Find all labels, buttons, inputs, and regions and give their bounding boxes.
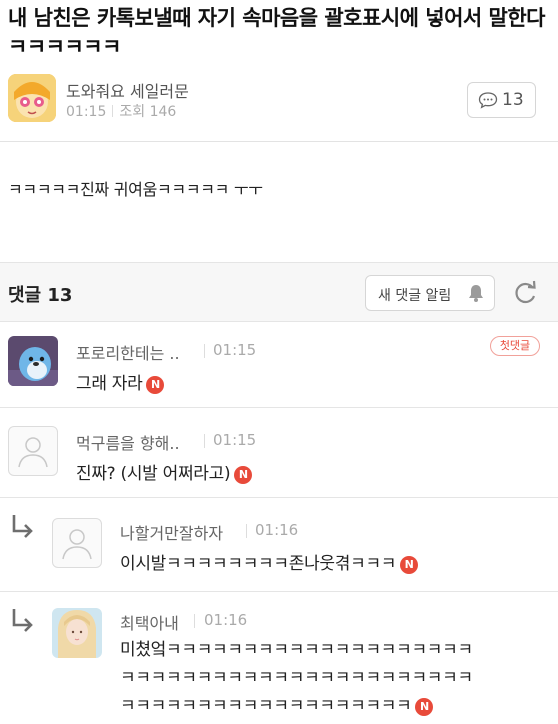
new-badge: N [415,698,434,716]
comment-item: 포로리한테는 .. 01:15 첫댓글 그래 자라 N [0,322,558,408]
bell-icon [469,285,483,302]
post-title: 내 남친은 카톡보낼때 자기 속마음을 괄호표시에 넣어서 말한다 ㅋㅋㅋㅋㅋㅋ [8,6,546,59]
comment-time: 01:16 [204,611,248,629]
comment-text-line: ㅋㅋㅋㅋㅋㅋㅋㅋㅋㅋㅋㅋㅋㅋㅋㅋㅋㅋㅋㅋㅋㅋㅋ [120,668,473,688]
comment-time: 01:15 [213,341,257,359]
comments-header: 댓글 13 새 댓글 알림 [0,262,558,322]
comment-text: 그래 자라 N [76,370,165,398]
comment-time: 01:15 [213,431,257,449]
comment-count: 13 [502,90,524,110]
comment-text: 진짜? (시발 어쩌라고) N [76,460,253,488]
comment-text-content: ㅋㅋㅋㅋㅋㅋㅋㅋㅋㅋㅋㅋㅋㅋㅋㅋㅋㅋㅋ [120,696,412,716]
new-badge: N [234,466,253,484]
first-comment-badge: 첫댓글 [490,336,540,356]
commenter-avatar[interactable] [8,426,58,476]
comment-text-line: 미쳤엌ㅋㅋㅋㅋㅋㅋㅋㅋㅋㅋㅋㅋㅋㅋㅋㅋㅋㅋㅋㅋ [120,640,473,660]
post-author-row: 도와줘요 세일러문 01:15 조회 146 13 [0,68,558,130]
reply-arrow-icon [12,609,33,632]
commenter-nickname[interactable]: 포로리한테는 .. [76,340,180,364]
reply-item: 나할거만잘하자 01:16 이시발ㅋㅋㅋㅋㅋㅋㅋㅋ존나웃겪ㅋㅋㅋ N [0,498,558,592]
post-body: ㅋㅋㅋㅋㅋ진짜 귀여움ㅋㅋㅋㅋㅋ ㅜㅜ [8,180,263,199]
comments-label: 댓글 13 [8,285,73,306]
post-time: 01:15 [66,104,107,120]
comment-text-line-last: ㅋㅋㅋㅋㅋㅋㅋㅋㅋㅋㅋㅋㅋㅋㅋㅋㅋㅋㅋ N [120,692,473,720]
notify-label: 새 댓글 알림 [378,288,452,304]
post-views: 조회 146 [119,104,177,120]
comment-count-button[interactable]: 13 [467,82,536,118]
post-meta: 01:15 조회 146 [66,101,176,121]
commenter-nickname[interactable]: 먹구름을 향해.. [76,430,180,454]
speech-bubble-icon [478,92,498,109]
comment-text-content: 그래 자라 [76,374,143,394]
comment-text-content: 진짜? (시발 어쩌라고) [76,464,231,484]
person-outline-icon [62,529,92,560]
refresh-icon[interactable] [512,279,540,307]
comment-item: 먹구름을 향해.. 01:15 진짜? (시발 어쩌라고) N [0,408,558,498]
reply-arrow-icon [12,515,33,538]
commenter-nickname[interactable]: 나할거만잘하자 [120,520,223,544]
author-avatar[interactable] [8,74,56,122]
comment-text: 미쳤엌ㅋㅋㅋㅋㅋㅋㅋㅋㅋㅋㅋㅋㅋㅋㅋㅋㅋㅋㅋㅋ ㅋㅋㅋㅋㅋㅋㅋㅋㅋㅋㅋㅋㅋㅋㅋㅋ… [120,636,473,720]
person-outline-icon [18,437,48,468]
new-comment-notify-button[interactable]: 새 댓글 알림 [365,275,495,311]
divider [0,141,558,142]
comment-text-content: 이시발ㅋㅋㅋㅋㅋㅋㅋㅋ존나웃겪ㅋㅋㅋ [120,554,397,574]
meta-divider [194,614,195,628]
comment-text: 이시발ㅋㅋㅋㅋㅋㅋㅋㅋ존나웃겪ㅋㅋㅋ N [120,550,419,578]
meta-divider [204,344,205,358]
author-name[interactable]: 도와줘요 세일러문 [66,78,189,102]
comment-time: 01:16 [255,521,299,539]
new-badge: N [146,376,165,394]
meta-divider [246,524,247,538]
commenter-nickname[interactable]: 최택아내 [120,610,179,634]
meta-divider [112,105,114,117]
commenter-avatar[interactable] [52,518,102,568]
meta-divider [204,434,205,448]
reply-item: 최택아내 01:16 미쳤엌ㅋㅋㅋㅋㅋㅋㅋㅋㅋㅋㅋㅋㅋㅋㅋㅋㅋㅋㅋㅋ ㅋㅋㅋㅋㅋ… [0,592,558,724]
new-badge: N [400,556,419,574]
commenter-avatar[interactable] [8,336,58,386]
commenter-avatar[interactable] [52,608,102,658]
